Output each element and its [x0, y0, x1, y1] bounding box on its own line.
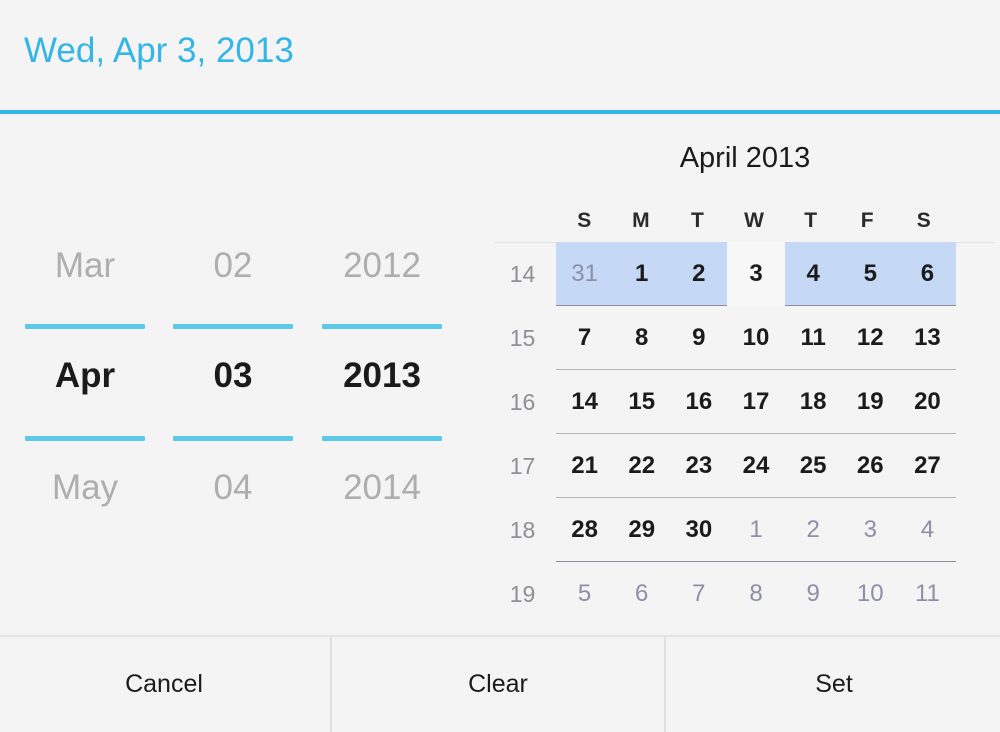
- weekday-label-2: T: [691, 209, 704, 232]
- calendar-day-cell[interactable]: 20: [899, 370, 956, 434]
- year-spinner[interactable]: 2012 2013 2014: [307, 236, 457, 566]
- week-number-label: 17: [509, 453, 536, 479]
- calendar-day-group: 14 15 16 17 18 19 20: [556, 370, 956, 434]
- calendar-day-group: 7 8 9 10 11 12 13: [556, 306, 956, 370]
- month-spinner[interactable]: Mar Apr May: [10, 236, 160, 566]
- calendar-day-cell[interactable]: 11: [899, 562, 956, 626]
- calendar-day-cell[interactable]: 9: [670, 306, 727, 370]
- month-spinner-bottom-rule: [25, 436, 145, 441]
- calendar-week-row: 17 21 22 23 24 25 26 27: [495, 434, 1000, 498]
- week-number-label: 15: [509, 325, 536, 351]
- calendar-week-row: 16 14 15 16 17 18 19 20: [495, 370, 1000, 434]
- calendar-day-cell[interactable]: 12: [842, 306, 899, 370]
- calendar-day-cell[interactable]: 2: [785, 498, 842, 562]
- calendar-day-cell[interactable]: 1: [727, 498, 784, 562]
- weekday-label-6: S: [916, 209, 931, 232]
- calendar-day-cell[interactable]: 5: [842, 242, 899, 306]
- calendar-week-row: 19 5 6 7 8 9 10 11: [495, 562, 1000, 626]
- calendar-day-cell[interactable]: 9: [785, 562, 842, 626]
- year-spinner-next-value[interactable]: 2014: [307, 468, 457, 508]
- set-button[interactable]: Set: [668, 637, 1000, 732]
- calendar-day-cell[interactable]: 4: [899, 498, 956, 562]
- calendar-day-cell[interactable]: 11: [785, 306, 842, 370]
- weekday-header-row: SMTWTFS: [556, 202, 952, 240]
- calendar-day-cell[interactable]: 3: [842, 498, 899, 562]
- weekday-label-5: F: [860, 209, 874, 232]
- week-number-label: 18: [509, 517, 536, 543]
- calendar-day-group: 5 6 7 8 9 10 11: [556, 562, 956, 626]
- calendar-day-cell[interactable]: 29: [613, 498, 670, 562]
- calendar-day-cell[interactable]: 6: [613, 562, 670, 626]
- calendar-day-cell[interactable]: 16: [670, 370, 727, 434]
- calendar-view: April 2013 SMTWTFS 14 31 1 2 3 4 5 6 15 7 8 9 10 11 12…: [490, 114, 1000, 635]
- weekday-label-0: S: [577, 209, 592, 232]
- calendar-day-cell[interactable]: 19: [842, 370, 899, 434]
- week-number-label: 19: [509, 581, 536, 607]
- calendar-day-cell[interactable]: 1: [613, 242, 670, 306]
- day-spinner-selected-value[interactable]: 03: [158, 356, 308, 396]
- calendar-day-cell[interactable]: 6: [899, 242, 956, 306]
- calendar-week-grid: 14 31 1 2 3 4 5 6 15 7 8 9 10 11 12 13 16 14 15 16 17 18 19 20 1…: [495, 242, 1000, 626]
- calendar-day-cell[interactable]: 10: [727, 306, 784, 370]
- calendar-day-cell[interactable]: 7: [556, 306, 613, 370]
- weekday-label-1: M: [632, 209, 650, 232]
- weekday-label-4: T: [804, 209, 818, 232]
- month-spinner-selected-value[interactable]: Apr: [10, 356, 160, 396]
- calendar-day-cell[interactable]: 17: [727, 370, 784, 434]
- month-spinner-top-rule: [25, 324, 145, 329]
- calendar-day-cell[interactable]: 30: [670, 498, 727, 562]
- cancel-button[interactable]: Cancel: [0, 637, 328, 732]
- calendar-day-cell[interactable]: 2: [670, 242, 727, 306]
- calendar-day-cell[interactable]: 27: [899, 434, 956, 498]
- year-spinner-selected-value[interactable]: 2013: [307, 356, 457, 396]
- day-spinner-previous-value[interactable]: 02: [158, 246, 308, 286]
- year-spinner-previous-value[interactable]: 2012: [307, 246, 457, 286]
- week-number-label: 16: [509, 389, 536, 415]
- calendar-day-cell[interactable]: 25: [785, 434, 842, 498]
- calendar-day-cell[interactable]: 21: [556, 434, 613, 498]
- dialog-button-bar: Cancel Clear Set: [0, 635, 1000, 732]
- calendar-day-cell[interactable]: 4: [785, 242, 842, 306]
- calendar-day-cell[interactable]: 13: [899, 306, 956, 370]
- calendar-day-group: 28 29 30 1 2 3 4: [556, 498, 956, 562]
- year-spinner-top-rule: [322, 324, 442, 329]
- date-spinner-group: Mar Apr May 02 03 04 2012 2013 2014: [0, 114, 490, 635]
- calendar-day-cell[interactable]: 22: [613, 434, 670, 498]
- calendar-week-row: 18 28 29 30 1 2 3 4: [495, 498, 1000, 562]
- calendar-week-row: 14 31 1 2 3 4 5 6: [495, 242, 1000, 306]
- year-spinner-bottom-rule: [322, 436, 442, 441]
- calendar-day-cell-selected[interactable]: 3: [727, 242, 785, 306]
- calendar-day-cell[interactable]: 5: [556, 562, 613, 626]
- calendar-day-cell[interactable]: 28: [556, 498, 613, 562]
- calendar-day-cell[interactable]: 24: [727, 434, 784, 498]
- day-spinner-next-value[interactable]: 04: [158, 468, 308, 508]
- calendar-day-cell[interactable]: 23: [670, 434, 727, 498]
- calendar-day-cell[interactable]: 14: [556, 370, 613, 434]
- calendar-month-title: April 2013: [679, 142, 811, 174]
- calendar-day-group: 31 1 2 3 4 5 6: [556, 242, 956, 306]
- day-spinner[interactable]: 02 03 04: [158, 236, 308, 566]
- dialog-header: Wed, Apr 3, 2013: [0, 0, 1000, 110]
- calendar-day-cell[interactable]: 10: [842, 562, 899, 626]
- day-spinner-top-rule: [173, 324, 293, 329]
- date-picker-body: Mar Apr May 02 03 04 2012 2013 2014 Apri…: [0, 114, 1000, 635]
- clear-button[interactable]: Clear: [330, 637, 666, 732]
- calendar-day-cell[interactable]: 7: [670, 562, 727, 626]
- calendar-day-cell[interactable]: 8: [613, 306, 670, 370]
- month-spinner-previous-value[interactable]: Mar: [10, 246, 160, 286]
- calendar-day-cell[interactable]: 8: [727, 562, 784, 626]
- calendar-week-row: 15 7 8 9 10 11 12 13: [495, 306, 1000, 370]
- calendar-day-cell[interactable]: 15: [613, 370, 670, 434]
- calendar-day-cell[interactable]: 31: [556, 242, 613, 306]
- week-number-label: 14: [509, 261, 536, 287]
- calendar-day-group: 21 22 23 24 25 26 27: [556, 434, 956, 498]
- calendar-day-cell[interactable]: 26: [842, 434, 899, 498]
- selected-date-title: Wed, Apr 3, 2013: [24, 31, 294, 70]
- calendar-day-cell[interactable]: 18: [785, 370, 842, 434]
- day-spinner-bottom-rule: [173, 436, 293, 441]
- weekday-label-3: W: [744, 209, 764, 232]
- month-spinner-next-value[interactable]: May: [10, 468, 160, 508]
